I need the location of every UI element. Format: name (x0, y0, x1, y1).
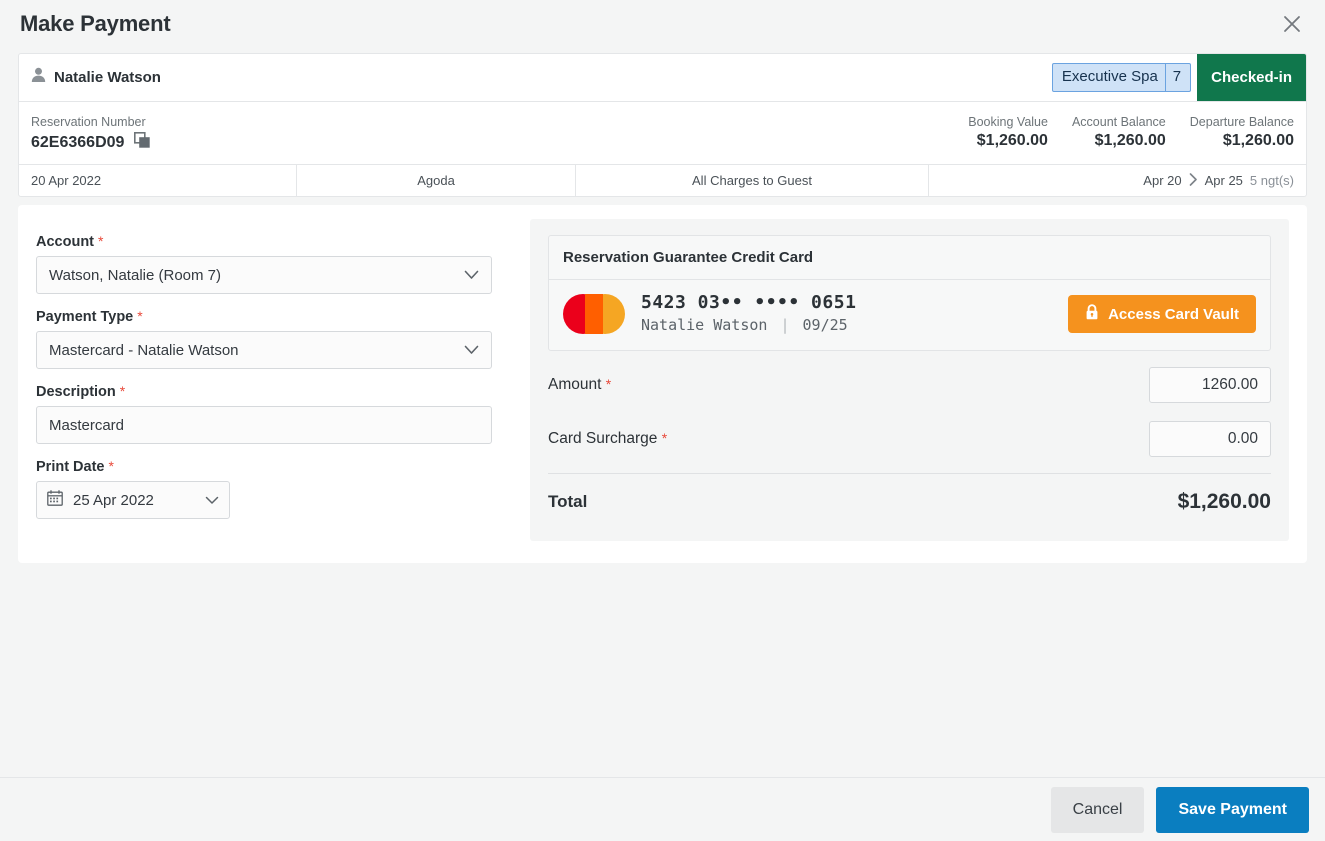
metric-departure-balance: Departure Balance $1,260.00 (1190, 114, 1294, 150)
access-card-vault-label: Access Card Vault (1108, 305, 1239, 323)
guarantee-card-title: Reservation Guarantee Credit Card (549, 236, 1270, 280)
metric-value: $1,260.00 (1094, 132, 1166, 149)
mastercard-overlap (585, 294, 603, 334)
reservation-metrics-row: Reservation Number 62E6366D09 Booking Va… (19, 102, 1306, 165)
card-expiry: 09/25 (802, 316, 848, 334)
lock-icon (1085, 304, 1099, 324)
reservation-number-block: Reservation Number 62E6366D09 (31, 114, 968, 154)
payment-type-label-text: Payment Type (36, 309, 134, 325)
room-type-label: Executive Spa (1061, 68, 1158, 85)
required-marker: * (605, 376, 612, 392)
person-icon (31, 67, 46, 88)
print-date-picker[interactable]: 25 Apr 2022 (36, 481, 230, 519)
card-surcharge-label: Card Surcharge * (548, 430, 1149, 448)
required-marker: * (661, 430, 668, 446)
nights-count: 5 ngt(s) (1249, 173, 1294, 188)
chevron-right-icon (1189, 172, 1198, 189)
room-number-label: 7 (1172, 68, 1182, 85)
print-date-label-text: Print Date (36, 459, 105, 475)
account-label: Account * (36, 233, 514, 250)
metric-account-balance: Account Balance $1,260.00 (1072, 114, 1166, 150)
reservation-summary-card: Natalie Watson Executive Spa 7 Checked-i… (18, 53, 1307, 197)
save-payment-button[interactable]: Save Payment (1156, 786, 1309, 833)
card-sub-divider: | (780, 316, 790, 334)
print-date-label: Print Date * (36, 458, 514, 475)
account-select-value: Watson, Natalie (Room 7) (49, 266, 222, 284)
required-marker: * (108, 458, 114, 474)
payment-summary-column: Reservation Guarantee Credit Card 5423 0… (530, 219, 1289, 541)
reservation-number-value-row: 62E6366D09 (31, 132, 968, 154)
booking-source-cell: Agoda (297, 165, 576, 196)
calendar-icon (47, 490, 63, 510)
chevron-down-icon (205, 496, 219, 505)
required-marker: * (119, 383, 126, 399)
room-badge[interactable]: Executive Spa 7 (1051, 63, 1192, 92)
payment-type-label: Payment Type * (36, 308, 514, 325)
reservation-number-value: 62E6366D09 (31, 134, 125, 151)
required-marker: * (98, 233, 104, 249)
metric-value: $1,260.00 (976, 132, 1048, 149)
card-number: 5423 03•• •••• 0651 (641, 292, 857, 313)
print-date-field: Print Date * 25 Apr 2022 (36, 458, 514, 519)
payment-type-select-value: Mastercard - Natalie Watson (49, 341, 239, 359)
access-card-vault-button[interactable]: Access Card Vault (1068, 295, 1256, 333)
status-badge: Checked-in (1197, 54, 1306, 101)
payment-form-card: Account * Watson, Natalie (Room 7) Payme… (18, 205, 1307, 563)
departure-date: Apr 25 (1204, 173, 1243, 188)
charge-routing-cell: All Charges to Guest (576, 165, 929, 196)
required-marker: * (137, 308, 143, 324)
metric-booking-value: Booking Value $1,260.00 (968, 114, 1048, 150)
card-surcharge-input[interactable] (1149, 421, 1271, 457)
card-holder-expiry: Natalie Watson | 09/25 (641, 315, 856, 336)
description-label: Description * (36, 383, 514, 400)
reservation-metrics: Booking Value $1,260.00 Account Balance … (968, 114, 1294, 150)
guest-name: Natalie Watson (54, 69, 161, 86)
card-surcharge-row: Card Surcharge * (548, 419, 1271, 459)
amount-label-text: Amount (548, 376, 602, 393)
payment-type-select[interactable]: Mastercard - Natalie Watson (36, 331, 492, 369)
dialog-titlebar: Make Payment (0, 0, 1325, 48)
description-input[interactable] (36, 406, 492, 444)
stay-dates-cell: Apr 20 Apr 25 5 ngt(s) (929, 165, 1306, 196)
description-label-text: Description (36, 384, 116, 400)
mastercard-logo (563, 294, 625, 334)
card-holder: Natalie Watson (641, 316, 768, 334)
print-date-value: 25 Apr 2022 (73, 491, 154, 509)
metric-value: $1,260.00 (1222, 132, 1294, 149)
amount-input[interactable] (1149, 367, 1271, 403)
metric-label: Account Balance (1071, 115, 1166, 129)
total-row: Total $1,260.00 (548, 474, 1271, 514)
reservation-detail-row: 20 Apr 2022 Agoda All Charges to Guest A… (19, 165, 1306, 196)
card-details: 5423 03•• •••• 0651 Natalie Watson | 09/… (641, 292, 856, 336)
cancel-button[interactable]: Cancel (1050, 786, 1145, 833)
total-value: $1,260.00 (1177, 490, 1271, 513)
guarantee-card-body: 5423 03•• •••• 0651 Natalie Watson | 09/… (549, 280, 1270, 350)
guarantee-card-panel: Reservation Guarantee Credit Card 5423 0… (548, 235, 1271, 351)
amount-label: Amount * (548, 376, 1149, 394)
amount-row: Amount * (548, 365, 1271, 405)
guest-block: Natalie Watson (19, 54, 1052, 101)
chevron-down-icon (464, 345, 479, 355)
account-select[interactable]: Watson, Natalie (Room 7) (36, 256, 492, 294)
card-surcharge-label-text: Card Surcharge (548, 430, 658, 447)
arrival-date: Apr 20 (1143, 173, 1182, 188)
payment-type-field: Payment Type * Mastercard - Natalie Wats… (36, 308, 514, 369)
total-label: Total (548, 492, 588, 511)
description-field: Description * (36, 383, 514, 444)
reservation-number-label: Reservation Number (31, 115, 146, 129)
dialog-footer: Cancel Save Payment (0, 777, 1325, 841)
chevron-down-icon (464, 270, 479, 280)
copy-icon[interactable] (134, 132, 151, 154)
metric-label: Departure Balance (1189, 115, 1294, 129)
close-dialog-button[interactable] (1277, 9, 1307, 39)
metric-label: Booking Value (968, 115, 1048, 129)
payment-form-column: Account * Watson, Natalie (Room 7) Payme… (36, 219, 514, 541)
close-icon (1282, 14, 1302, 34)
account-label-text: Account (36, 234, 94, 250)
account-field: Account * Watson, Natalie (Room 7) (36, 233, 514, 294)
booked-date-cell: 20 Apr 2022 (19, 165, 297, 196)
reservation-header-row: Natalie Watson Executive Spa 7 Checked-i… (19, 54, 1306, 102)
page-title: Make Payment (20, 11, 171, 36)
